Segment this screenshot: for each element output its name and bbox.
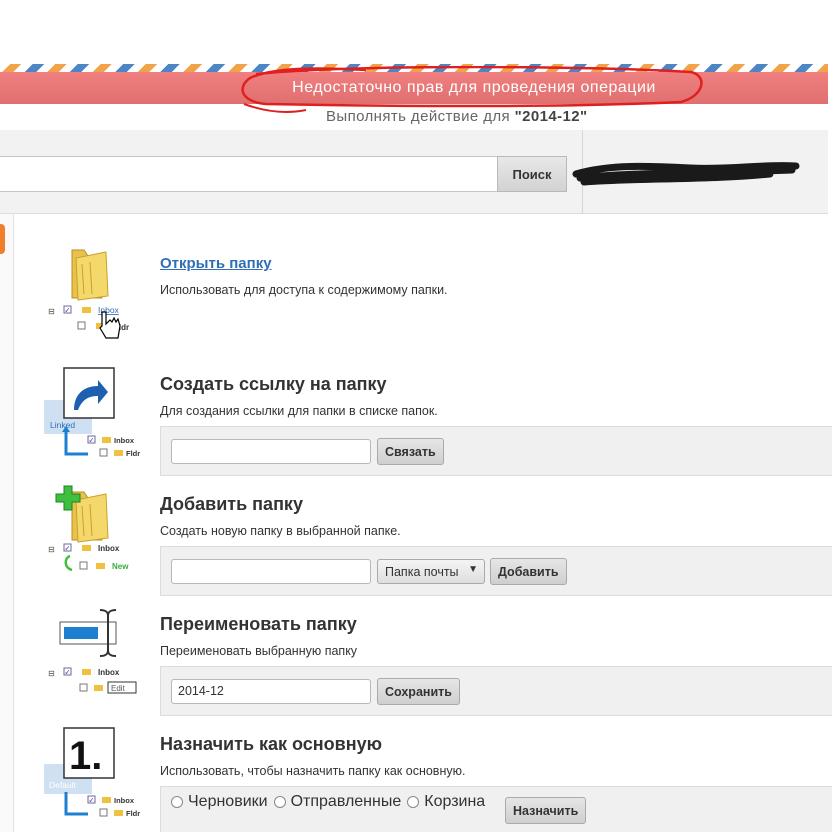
link-button[interactable]: Связать <box>377 438 444 465</box>
trash-radio[interactable] <box>407 796 420 808</box>
sent-radio[interactable] <box>273 796 286 808</box>
default-icon-label-fldr: Fldr <box>126 809 140 818</box>
svg-text:⊟: ⊟ <box>48 669 55 678</box>
sent-label: Отправленные <box>290 793 402 810</box>
option-drafts[interactable]: Черновики <box>171 793 268 811</box>
rename-folder-description: Переименовать выбранную папку <box>160 644 358 658</box>
default-folder-form: Черновики Отправленные Корзина Назначить <box>160 786 832 832</box>
link-folder-icon: Linked ✓ Inbox Fldr <box>44 364 144 464</box>
open-folder-description: Использовать для доступа к содержимому п… <box>160 283 448 297</box>
drafts-label: Черновики <box>188 793 268 810</box>
svg-text:✓: ✓ <box>65 307 71 315</box>
rename-folder-icon: ⊟ ✓ Inbox Edit <box>44 604 144 704</box>
rename-folder-input[interactable]: 2014-12 <box>171 679 371 704</box>
link-icon-label-fldr: Fldr <box>126 449 140 458</box>
error-banner: Недостаточно прав для проведения операци… <box>0 72 828 104</box>
svg-text:⊟: ⊟ <box>48 545 55 554</box>
rename-folder-form: 2014-12 Сохранить <box>160 666 832 716</box>
search-button[interactable]: Поиск <box>497 156 567 192</box>
add-folder-title: Добавить папку <box>160 494 303 514</box>
svg-text:✓: ✓ <box>89 437 95 445</box>
add-folder-input[interactable] <box>171 559 371 584</box>
default-folder-options: Черновики Отправленные Корзина <box>171 793 491 811</box>
default-folder-description: Использовать, чтобы назначить папку как … <box>160 764 466 778</box>
folder-type-value: Папка почты <box>385 564 459 579</box>
action-prefix: Выполнять действие для <box>326 108 515 125</box>
add-folder-description: Создать новую папку в выбранной папке. <box>160 524 401 538</box>
chevron-down-icon: ▼ <box>468 564 478 575</box>
assign-button[interactable]: Назначить <box>505 797 587 824</box>
option-sent[interactable]: Отправленные <box>273 793 402 811</box>
svg-text:✓: ✓ <box>65 669 71 677</box>
link-folder-description: Для создания ссылки для папки в списке п… <box>160 404 438 418</box>
default-icon-label-number: 1. <box>69 734 102 778</box>
svg-text:✓: ✓ <box>89 797 95 805</box>
action-target-line: Выполнять действие для "2014-12" <box>326 108 588 125</box>
open-folder-icon: ⊟ ✓ Inbox Fldr <box>44 242 144 342</box>
save-button[interactable]: Сохранить <box>377 678 460 705</box>
rename-icon-label-edit: Edit <box>111 684 126 693</box>
default-folder-title: Назначить как основную <box>160 734 382 754</box>
add-icon-label-inbox: Inbox <box>98 544 120 553</box>
rename-icon-label-inbox: Inbox <box>98 668 120 677</box>
open-folder-link[interactable]: Открыть папку <box>160 255 272 272</box>
airmail-stripe <box>0 64 828 72</box>
search-input[interactable] <box>0 156 498 192</box>
link-folder-input[interactable] <box>171 439 371 464</box>
open-icon-label-inbox: Inbox <box>98 305 120 315</box>
add-icon-label-new: New <box>112 562 129 571</box>
option-trash[interactable]: Корзина <box>407 793 485 811</box>
rename-folder-title: Переименовать папку <box>160 614 357 634</box>
add-folder-form: Папка почты ▼ Добавить <box>160 546 832 596</box>
add-folder-icon: ⊟ ✓ Inbox New <box>44 484 144 584</box>
link-icon-label-linked: Linked <box>50 420 75 430</box>
left-rail <box>0 214 14 832</box>
drafts-radio[interactable] <box>171 796 183 808</box>
link-folder-title: Создать ссылку на папку <box>160 374 387 394</box>
default-icon-label-inbox: Inbox <box>114 796 135 805</box>
error-message: Недостаточно прав для проведения операци… <box>292 79 656 96</box>
svg-text:⊟: ⊟ <box>48 307 55 316</box>
redaction-scribble <box>572 162 800 186</box>
action-target: "2014-12" <box>514 108 588 125</box>
default-icon-label-default: Default <box>49 780 77 790</box>
svg-text:✓: ✓ <box>65 545 71 553</box>
link-folder-form: Связать <box>160 426 832 476</box>
orange-side-tab[interactable] <box>0 224 5 254</box>
link-icon-label-inbox: Inbox <box>114 436 135 445</box>
trash-label: Корзина <box>424 793 486 810</box>
folder-type-select[interactable]: Папка почты ▼ <box>377 559 485 584</box>
add-button[interactable]: Добавить <box>490 558 567 585</box>
default-folder-icon: 1. Default ✓ Inbox Fldr <box>44 724 144 824</box>
